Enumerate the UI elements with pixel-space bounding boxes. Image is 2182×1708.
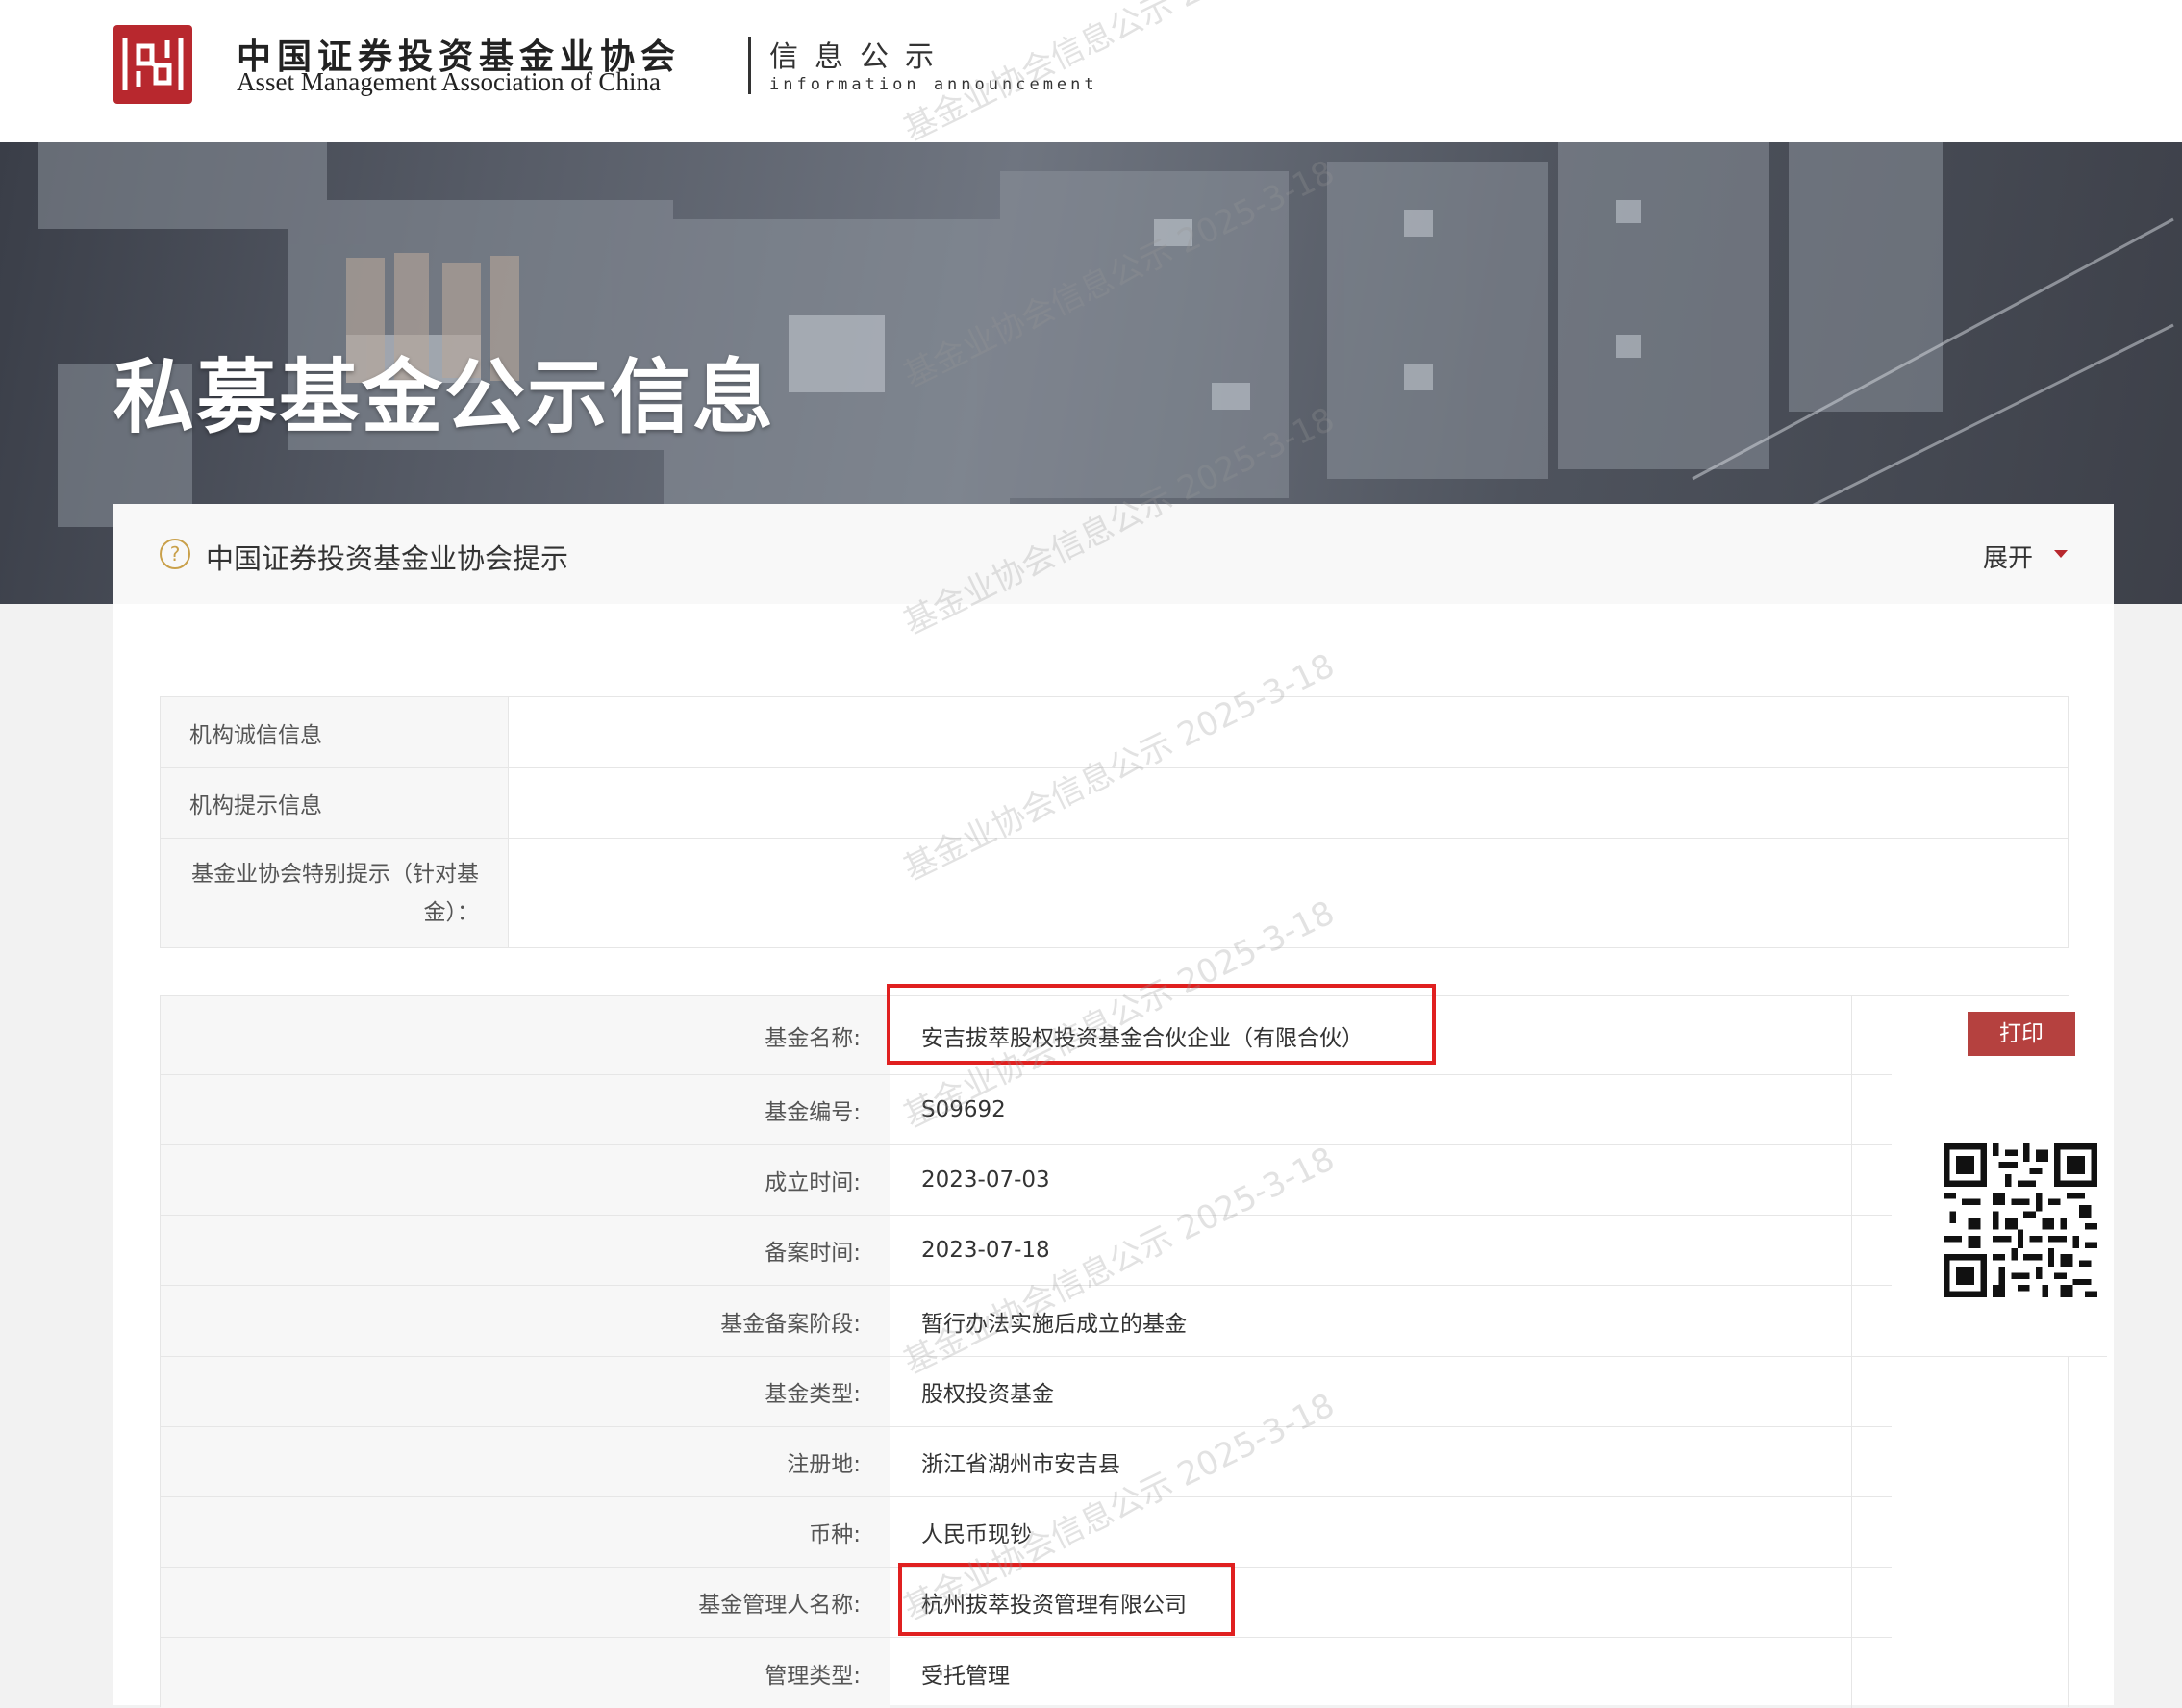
table-row: 币种: 人民币现钞 xyxy=(161,1497,1892,1568)
filing-date-value: 2023-07-18 xyxy=(890,1216,1852,1285)
fund-field-label: 基金类型: xyxy=(161,1357,890,1426)
notice-bar: ? 中国证券投资基金业协会提示 展开 xyxy=(113,504,2114,604)
table-row: 备案时间: 2023-07-18 xyxy=(161,1216,1892,1286)
fund-field-label: 成立时间: xyxy=(161,1145,890,1215)
caret-down-icon[interactable] xyxy=(2054,550,2068,558)
table-row: 注册地: 浙江省湖州市安吉县 xyxy=(161,1427,1892,1497)
question-circle-icon: ? xyxy=(160,539,190,569)
qr-column: 打印 xyxy=(1892,996,2107,1357)
fund-field-label: 基金备案阶段: xyxy=(161,1286,890,1356)
expand-button[interactable]: 展开 xyxy=(1983,539,2033,574)
filing-stage-value: 暂行办法实施后成立的基金 xyxy=(890,1286,1852,1356)
table-row: 机构提示信息 xyxy=(161,768,2068,839)
registered-place-value: 浙江省湖州市安吉县 xyxy=(890,1427,1852,1496)
fund-field-label: 基金名称: xyxy=(161,996,890,1074)
fund-field-label: 基金管理人名称: xyxy=(161,1568,890,1637)
credit-info-table: 机构诚信信息 机构提示信息 基金业协会特别提示（针对基金）： xyxy=(160,696,2069,948)
table-row: 基金名称: 安吉拔萃股权投资基金合伙企业（有限合伙） xyxy=(161,996,1892,1075)
credit-label: 基金业协会特别提示（针对基金）： xyxy=(161,839,509,947)
fund-detail-table: 基金名称: 安吉拔萃股权投资基金合伙企业（有限合伙） 基金编号: S09692 … xyxy=(160,995,2107,1708)
credit-label: 机构诚信信息 xyxy=(161,697,509,767)
established-date-value: 2023-07-03 xyxy=(890,1145,1852,1215)
table-row: 机构诚信信息 xyxy=(161,697,2068,768)
table-row: 基金备案阶段: 暂行办法实施后成立的基金 xyxy=(161,1286,1892,1357)
section-title-en: information announcement xyxy=(769,75,1098,94)
page-title: 私募基金公示信息 xyxy=(113,350,776,444)
fund-type-value: 股权投资基金 xyxy=(890,1357,1852,1426)
management-type-value: 受托管理 xyxy=(890,1638,1852,1708)
header-divider xyxy=(748,37,751,94)
qr-code-icon xyxy=(1944,1143,2097,1297)
fund-code-value: S09692 xyxy=(890,1075,1852,1144)
notice-title: 中国证券投资基金业协会提示 xyxy=(206,542,569,575)
table-row: 基金编号: S09692 xyxy=(161,1075,1892,1145)
fund-field-label: 备案时间: xyxy=(161,1216,890,1285)
credit-value xyxy=(509,697,2068,767)
credit-value xyxy=(509,839,2068,947)
table-row: 管理类型: 受托管理 xyxy=(161,1638,1892,1708)
org-name-en: Asset Management Association of China xyxy=(237,67,661,96)
section-title-cn: 信息公示 xyxy=(769,40,950,74)
manager-name-value: 杭州拔萃投资管理有限公司 xyxy=(890,1568,1852,1637)
fund-field-label: 管理类型: xyxy=(161,1638,890,1708)
site-header: 中国证券投资基金业协会 Asset Management Association… xyxy=(0,0,2182,142)
main-panel: ? 中国证券投资基金业协会提示 展开 机构诚信信息 机构提示信息 基金业协会特别… xyxy=(113,504,2114,1708)
fund-field-label: 币种: xyxy=(161,1497,890,1567)
fund-field-label: 基金编号: xyxy=(161,1075,890,1144)
table-row: 基金业协会特别提示（针对基金）： xyxy=(161,839,2068,947)
credit-value xyxy=(509,768,2068,838)
fund-field-label: 注册地: xyxy=(161,1427,890,1496)
fund-name-value: 安吉拔萃股权投资基金合伙企业（有限合伙） xyxy=(890,996,1852,1074)
credit-label: 机构提示信息 xyxy=(161,768,509,838)
currency-value: 人民币现钞 xyxy=(890,1497,1852,1567)
table-row: 基金类型: 股权投资基金 xyxy=(161,1357,1892,1427)
table-row: 基金管理人名称: 杭州拔萃投资管理有限公司 xyxy=(161,1568,1892,1638)
print-button[interactable]: 打印 xyxy=(1968,1012,2075,1056)
table-row: 成立时间: 2023-07-03 xyxy=(161,1145,1892,1216)
amac-logo-icon[interactable] xyxy=(113,25,192,104)
